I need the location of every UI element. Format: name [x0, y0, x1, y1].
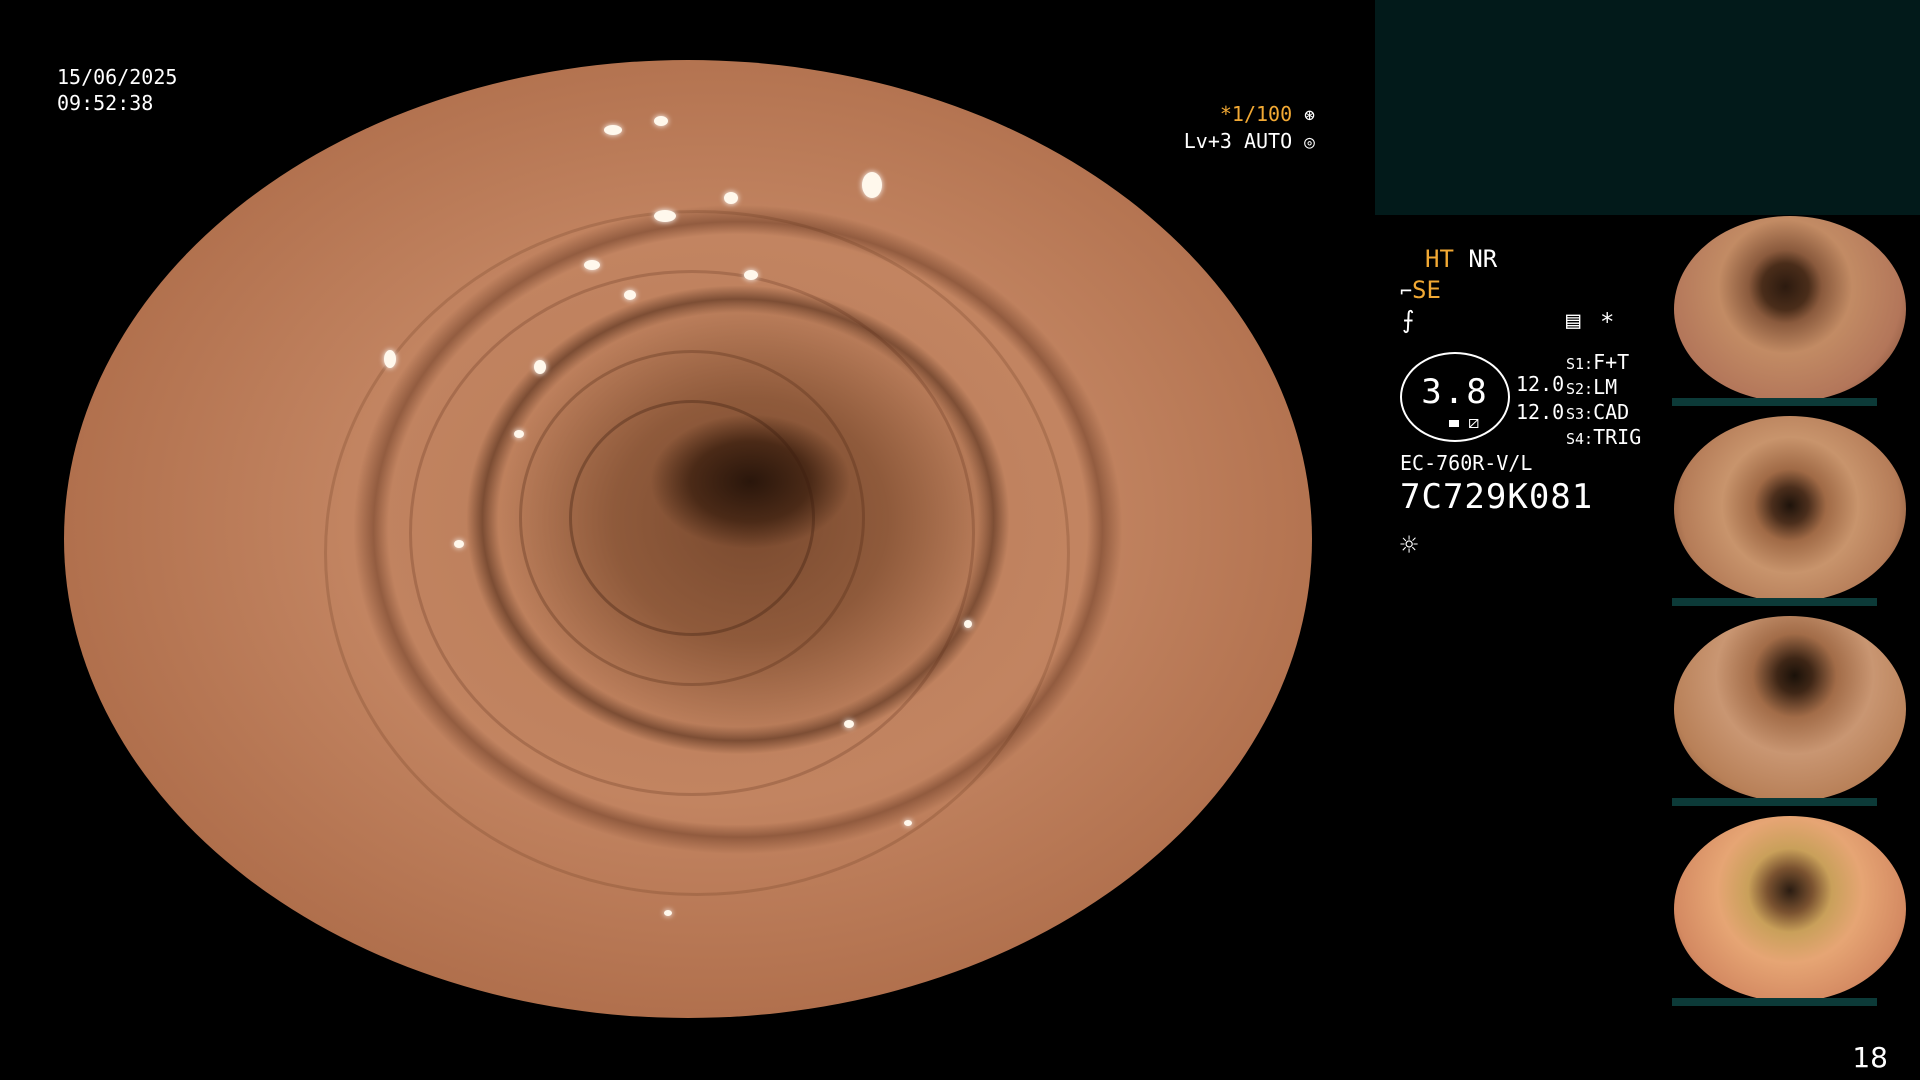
time-label: 09:52:38	[57, 91, 154, 115]
switch-s4-key: S4:	[1566, 430, 1594, 448]
switch-s3-value: CAD	[1593, 400, 1630, 424]
light-icon: ☼	[1400, 528, 1419, 563]
switch-s1: S1:F+T	[1566, 350, 1629, 376]
gauge-marker	[1449, 420, 1459, 427]
switch-s2: S2:LM	[1566, 375, 1617, 401]
shutter-speed: *1/100	[1219, 102, 1293, 126]
thumbnail[interactable]	[1672, 816, 1920, 1006]
level-indicator: Lv+3 AUTO ◎	[1184, 128, 1315, 156]
thumbnail-bar	[1672, 998, 1877, 1006]
gauge-value: 3.8	[1421, 372, 1489, 412]
thumbnail[interactable]	[1672, 416, 1920, 606]
level-value: Lv+3 AUTO	[1183, 129, 1293, 153]
scope-tip-icon: ⧄	[1468, 412, 1480, 433]
specular-highlight	[654, 210, 676, 222]
endoscope-main-view	[64, 60, 1312, 1018]
switch-s1-value: F+T	[1593, 350, 1630, 374]
value-b: 12.0	[1516, 400, 1565, 424]
specular-highlight	[534, 360, 546, 374]
value-a: 12.0	[1516, 372, 1565, 396]
specular-highlight	[514, 430, 524, 438]
specular-highlight	[664, 910, 672, 916]
specular-highlight	[654, 116, 668, 126]
thumbnail-bar	[1672, 398, 1877, 406]
page-number: 18	[1852, 1041, 1888, 1074]
switch-s2-key: S2:	[1566, 380, 1594, 398]
processing-status: HT NR	[1425, 244, 1497, 274]
date-label: 15/06/2025	[57, 65, 178, 89]
switch-s2-value: LM	[1593, 375, 1618, 399]
specular-highlight	[624, 290, 636, 300]
se-indicator: SE	[1412, 276, 1441, 304]
specular-highlight	[844, 720, 854, 728]
switch-s4-value: TRIG	[1593, 425, 1642, 449]
scope-model: EC-760R-V/L	[1400, 451, 1533, 475]
se-row: ⌐SE	[1400, 275, 1441, 306]
specular-highlight	[384, 350, 396, 368]
switch-s1-key: S1:	[1566, 355, 1594, 373]
iris-icon: ◎	[1304, 132, 1315, 153]
aperture-icon: ⊛	[1304, 105, 1315, 126]
thumbnail-image	[1674, 616, 1906, 802]
shutter-indicator: *1/100 ⊛	[1220, 101, 1315, 129]
thumbnail-image	[1674, 416, 1906, 602]
specular-highlight	[1044, 950, 1054, 956]
nr-indicator: NR	[1468, 245, 1498, 273]
ht-indicator: HT	[1425, 245, 1454, 273]
specular-highlight	[904, 820, 912, 826]
specular-highlight	[744, 270, 758, 280]
specular-highlight	[604, 125, 622, 135]
switch-s4: S4:TRIG	[1566, 425, 1641, 451]
zoom-gauge: 3.8 ⧄	[1400, 352, 1510, 442]
freeze-icon: ⨍	[1402, 306, 1415, 334]
info-panel	[1375, 0, 1920, 215]
thumbnail[interactable]	[1672, 216, 1920, 406]
specular-highlight	[724, 192, 738, 204]
star-indicator: *	[1600, 308, 1615, 336]
thumbnail-bar	[1672, 798, 1877, 806]
scope-serial: 7C729K081	[1400, 477, 1594, 517]
thumbnail-bar	[1672, 598, 1877, 606]
specular-highlight	[454, 540, 464, 548]
enhancement-icon: ⌐	[1400, 279, 1413, 303]
lumen-fold	[324, 210, 1070, 896]
thumbnail[interactable]	[1672, 616, 1920, 806]
record-icon: ▤	[1566, 306, 1581, 334]
specular-highlight	[584, 260, 600, 270]
specular-highlight	[964, 620, 972, 628]
specular-highlight	[862, 172, 882, 198]
switch-s3-key: S3:	[1566, 405, 1594, 423]
thumbnail-image	[1674, 816, 1906, 1002]
thumbnail-image	[1674, 216, 1906, 402]
switch-s3: S3:CAD	[1566, 400, 1629, 426]
